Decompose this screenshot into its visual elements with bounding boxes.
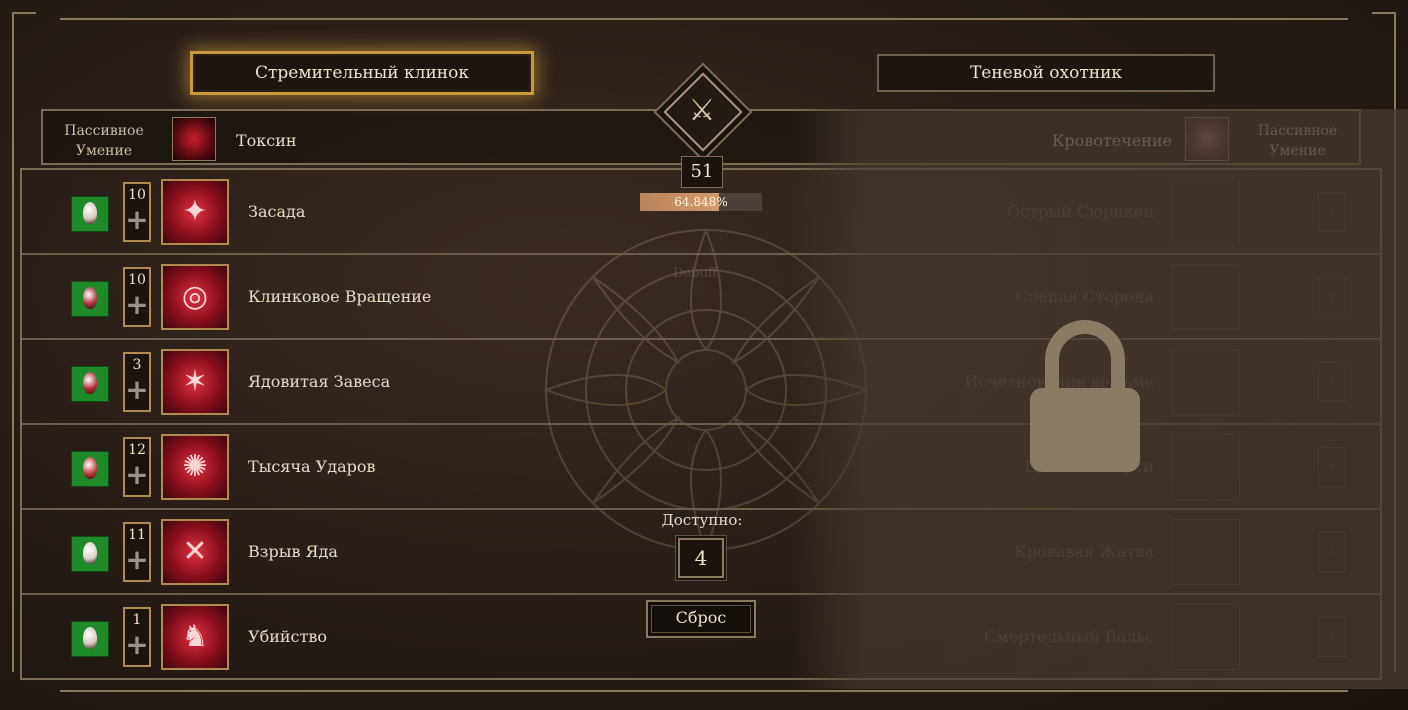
frame-corner-top-left	[12, 12, 36, 36]
chevron-right-icon: ›	[1318, 192, 1346, 232]
skill-name: Засада	[248, 202, 306, 221]
add-point-icon[interactable]: +	[125, 206, 149, 234]
available-points-label: Доступно:	[661, 511, 743, 529]
gem-slot[interactable]	[71, 536, 109, 572]
add-point-icon[interactable]: +	[125, 546, 149, 574]
add-point-icon[interactable]: +	[125, 376, 149, 404]
skill-level-box: 1 +	[123, 607, 151, 667]
gem-icon	[83, 202, 97, 224]
frame-bottom-line	[60, 690, 1348, 692]
xp-bar: 64.848%	[640, 193, 762, 211]
locked-skill-icon	[1172, 434, 1240, 500]
chevron-right-icon: ›	[1318, 617, 1346, 657]
gem-icon	[83, 287, 97, 309]
locked-skill-icon	[1172, 604, 1240, 670]
chevron-right-icon: ›	[1318, 447, 1346, 487]
skill-name: Ядовитая Завеса	[248, 372, 391, 391]
passive-left-label-line1: Пассивное	[64, 123, 144, 139]
poison-burst-icon[interactable]: ✕	[161, 519, 229, 585]
skill-level-box: 12 +	[123, 437, 151, 497]
thousand-strikes-icon[interactable]: ✺	[161, 434, 229, 500]
skill-level-box: 11 +	[123, 522, 151, 582]
gem-icon	[83, 627, 97, 649]
skill-row: 3 + ✶ Ядовитая Завеса Исчезновение во ть…	[22, 340, 1380, 425]
poison-veil-icon[interactable]: ✶	[161, 349, 229, 415]
locked-skill-name: Смертельный Вальс	[984, 627, 1154, 646]
frame-left-line	[12, 22, 14, 672]
locked-skill-icon	[1172, 519, 1240, 585]
gem-icon	[83, 542, 97, 564]
add-point-icon[interactable]: +	[125, 291, 149, 319]
gem-slot[interactable]	[71, 281, 109, 317]
gem-slot[interactable]	[71, 366, 109, 402]
gem-icon	[83, 372, 97, 394]
passive-left-name: Токсин	[236, 131, 297, 150]
lock-icon	[1030, 320, 1140, 472]
passive-right-label: Пассивное Умение	[1250, 121, 1345, 161]
available-points-value: 4	[678, 538, 724, 578]
locked-skill-icon	[1172, 349, 1240, 415]
ambush-icon[interactable]: ✦	[161, 179, 229, 245]
gem-slot[interactable]	[71, 451, 109, 487]
chevron-right-icon: ›	[1318, 277, 1346, 317]
gem-slot[interactable]	[71, 196, 109, 232]
locked-skill-name: Кровавая Жатва	[1014, 542, 1154, 561]
gem-icon	[83, 457, 97, 479]
skill-row: 12 + ✺ Тысяча Ударов Цветок Смерти ›	[22, 425, 1380, 510]
chevron-right-icon: ›	[1318, 532, 1346, 572]
crossed-daggers-icon: ⚔	[688, 93, 716, 128]
bleed-passive-icon[interactable]	[1185, 117, 1229, 161]
assassinate-icon[interactable]: ♞	[161, 604, 229, 670]
chevron-right-icon: ›	[1318, 362, 1346, 402]
skill-row: 10 + ◎ Клинковое Вращение Слепая Сторона…	[22, 255, 1380, 340]
passive-left-label-line2: Умение	[75, 143, 133, 159]
locked-skill-icon	[1172, 264, 1240, 330]
skill-name: Убийство	[248, 627, 327, 646]
xp-text: 64.848%	[674, 195, 728, 209]
gem-slot[interactable]	[71, 621, 109, 657]
passive-right-label-line1: Пассивное	[1257, 123, 1338, 139]
skill-level-box: 10 +	[123, 182, 151, 242]
locked-skill-name: Острый Сюрикен	[1007, 202, 1154, 221]
skill-level-box: 10 +	[123, 267, 151, 327]
toxin-passive-icon[interactable]	[172, 117, 216, 161]
locked-skill-name: Слепая Сторона	[1015, 287, 1154, 306]
tab-swift-blade-label: Стремительный клинок	[255, 63, 469, 83]
skill-level-box: 3 +	[123, 352, 151, 412]
frame-right-line	[1394, 22, 1396, 672]
frame-corner-top-right	[1372, 12, 1396, 36]
locked-skill-icon	[1172, 179, 1240, 245]
add-point-icon[interactable]: +	[125, 461, 149, 489]
skill-name: Взрыв Яда	[248, 542, 338, 561]
passive-right-label-line2: Умение	[1269, 143, 1326, 159]
tab-shadow-hunter-label: Теневой охотник	[969, 63, 1123, 83]
passive-left-label: Пассивное Умение	[58, 121, 150, 161]
add-point-icon[interactable]: +	[125, 631, 149, 659]
blade-spin-icon[interactable]: ◎	[161, 264, 229, 330]
character-level: 51	[681, 156, 723, 188]
tab-swift-blade[interactable]: Стремительный клинок	[193, 54, 531, 92]
reset-button[interactable]: Сброс	[646, 600, 756, 638]
skill-name: Тысяча Ударов	[248, 457, 376, 476]
passive-right-name: Кровотечение	[1052, 131, 1173, 150]
frame-top-line	[60, 18, 1348, 20]
tab-shadow-hunter[interactable]: Теневой охотник	[877, 54, 1215, 92]
skill-name: Клинковое Вращение	[248, 287, 432, 306]
